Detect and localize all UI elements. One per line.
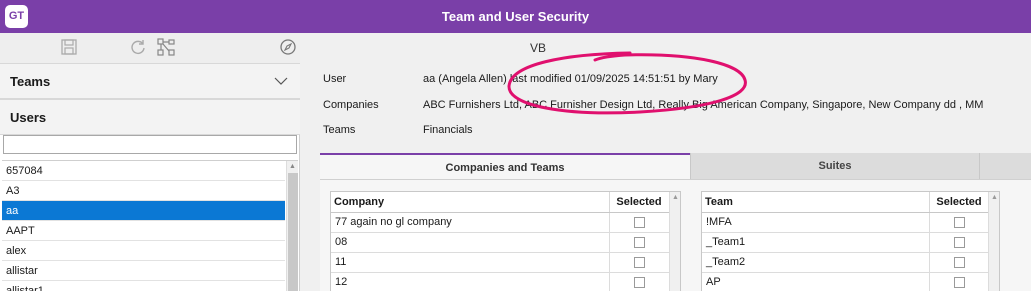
team-cell: _Team1 <box>702 232 930 253</box>
teams-value: Financials <box>423 124 473 136</box>
selected-checkbox[interactable] <box>633 236 645 248</box>
selected-checkbox[interactable] <box>633 216 645 228</box>
table-row[interactable]: 12 <box>331 272 670 291</box>
table-row[interactable]: 77 again no gl company <box>331 212 670 233</box>
selected-checkbox[interactable] <box>953 256 965 268</box>
list-item[interactable]: alex <box>2 241 285 261</box>
selected-checkbox[interactable] <box>633 256 645 268</box>
list-item[interactable]: allistar1 <box>2 281 285 291</box>
tab-bar: Companies and Teams Suites <box>320 153 1031 179</box>
details-area: VB User aa (Angela Allen) last modified … <box>301 33 1031 291</box>
column-header-selected[interactable]: Selected <box>609 192 670 213</box>
scroll-up-arrow-icon[interactable]: ▲ <box>991 194 998 201</box>
selected-checkbox[interactable] <box>633 276 645 288</box>
left-panel: Teams Users 657084 A3 aa AAPT alex allis… <box>0 63 300 291</box>
selected-checkbox[interactable] <box>953 216 965 228</box>
selected-checkbox[interactable] <box>953 276 965 288</box>
table-row[interactable]: 08 <box>331 232 670 253</box>
users-header-label: Users <box>10 110 47 125</box>
users-scrollbar[interactable]: ▲ <box>286 161 298 291</box>
users-section-header[interactable]: Users <box>0 99 300 135</box>
table-row[interactable]: _Team1 <box>702 232 990 253</box>
title-bar: GT Team and User Security <box>0 0 1031 33</box>
teams-section-header[interactable]: Teams <box>0 63 300 99</box>
tab-companies-and-teams[interactable]: Companies and Teams <box>320 153 690 179</box>
teams-grid: Team Selected !MFA _Team1 _Team2 AP ▲ <box>701 191 1000 291</box>
teams-header-label: Teams <box>10 74 51 89</box>
list-item-selected[interactable]: aa <box>2 201 285 221</box>
company-cell: 12 <box>331 272 610 291</box>
compass-icon[interactable] <box>279 38 297 56</box>
tab-extra[interactable] <box>979 153 1031 179</box>
teams-grid-scrollbar[interactable]: ▲ <box>988 192 999 291</box>
team-cell: AP <box>702 272 930 291</box>
table-row[interactable]: 11 <box>331 252 670 273</box>
toolbar <box>0 33 300 63</box>
user-label: User <box>323 73 347 85</box>
scroll-thumb[interactable] <box>288 173 298 291</box>
table-row[interactable]: _Team2 <box>702 252 990 273</box>
column-header-team[interactable]: Team <box>702 192 930 213</box>
table-row[interactable]: AP <box>702 272 990 291</box>
tab-content: Company Selected 77 again no gl company … <box>320 179 1031 291</box>
refresh-icon[interactable] <box>129 38 147 56</box>
window-title: Team and User Security <box>441 9 590 24</box>
list-item[interactable]: AAPT <box>2 221 285 241</box>
company-cell: 08 <box>331 232 610 253</box>
table-row[interactable]: !MFA <box>702 212 990 233</box>
teams-label: Teams <box>323 124 356 136</box>
team-cell: _Team2 <box>702 252 930 273</box>
chevron-down-icon[interactable] <box>274 76 288 86</box>
company-cell: 77 again no gl company <box>331 212 610 233</box>
list-item[interactable]: 657084 <box>2 161 285 181</box>
scroll-up-arrow-icon[interactable]: ▲ <box>672 194 679 201</box>
tab-suites[interactable]: Suites <box>690 153 979 179</box>
column-header-company[interactable]: Company <box>331 192 610 213</box>
company-cell: 11 <box>331 252 610 273</box>
list-item[interactable]: allistar <box>2 261 285 281</box>
column-header-selected[interactable]: Selected <box>929 192 990 213</box>
companies-grid-scrollbar[interactable]: ▲ <box>669 192 680 291</box>
companies-grid: Company Selected 77 again no gl company … <box>330 191 681 291</box>
vb-label: VB <box>530 41 547 55</box>
list-item[interactable]: A3 <box>2 181 285 201</box>
scroll-up-arrow-icon[interactable]: ▲ <box>289 163 296 170</box>
user-value: aa (Angela Allen) last modified 01/09/20… <box>423 73 718 85</box>
companies-value: ABC Furnishers Ltd, ABC Furnisher Design… <box>423 99 984 111</box>
hierarchy-icon[interactable] <box>157 38 175 56</box>
user-search-input[interactable] <box>3 135 297 154</box>
save-icon[interactable] <box>60 38 78 56</box>
selected-checkbox[interactable] <box>953 236 965 248</box>
users-list: 657084 A3 aa AAPT alex allistar allistar… <box>2 160 298 291</box>
team-cell: !MFA <box>702 212 930 233</box>
companies-label: Companies <box>323 99 379 111</box>
